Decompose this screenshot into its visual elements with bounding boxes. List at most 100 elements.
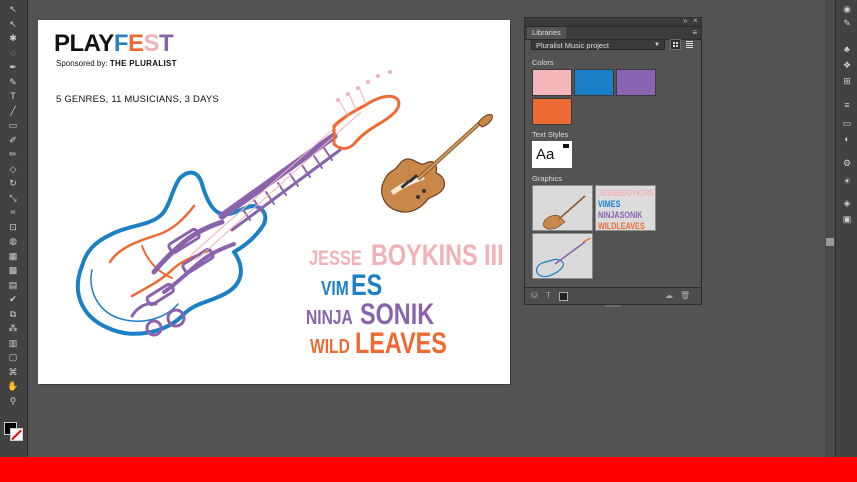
- lineup-last-4: LEAVES: [355, 327, 447, 360]
- panel-titlebar[interactable]: » ×: [525, 16, 701, 27]
- grid-view-button[interactable]: [670, 39, 681, 50]
- slice-tool-icon[interactable]: ⌘: [6, 367, 20, 378]
- direct-selection-tool-icon[interactable]: ↖: [6, 19, 20, 30]
- library-name: Pluralist Music project: [536, 41, 609, 50]
- lineup-first-1: JESSE: [309, 247, 362, 270]
- trash-icon[interactable]: 🗑: [680, 291, 690, 301]
- panel-footer: ⛁ T ☁ 🗑: [525, 287, 701, 304]
- shape-builder-tool-icon[interactable]: ◍: [6, 236, 20, 247]
- brushes-icon[interactable]: ✎: [841, 18, 853, 28]
- lineup-first-2: VIM: [321, 278, 349, 300]
- color-swatch-purple[interactable]: [616, 69, 656, 96]
- logo-fest-e: E: [127, 30, 144, 57]
- lineup-first-3: NINJA: [306, 307, 353, 329]
- scale-tool-icon[interactable]: ⤡: [6, 193, 20, 204]
- pencil-tool-icon[interactable]: ✏: [6, 149, 20, 160]
- symbol-sprayer-tool-icon[interactable]: ⁂: [6, 323, 20, 334]
- eyedropper-tool-icon[interactable]: ✔: [6, 294, 20, 305]
- appearance-icon[interactable]: ◉: [841, 4, 853, 14]
- right-panel-dock: ◉ ✎ ♣ ❖ ⊞ ≡ ▭ ◐ ⚙ ☀ ◈ ▣: [835, 0, 857, 457]
- line-tool-icon[interactable]: ╱: [6, 106, 20, 117]
- lasso-tool-icon[interactable]: ◌: [6, 48, 20, 59]
- gradient-tool-icon[interactable]: ▤: [6, 280, 20, 291]
- text-styles-section-label: Text Styles: [532, 130, 569, 139]
- perspective-grid-tool-icon[interactable]: ▦: [6, 251, 20, 262]
- symbols-icon[interactable]: ♣: [841, 44, 853, 54]
- mesh-tool-icon[interactable]: ▩: [6, 265, 20, 276]
- lineup-last-1: BOYKINS III: [370, 239, 504, 272]
- logo-fest-s: S: [143, 30, 160, 57]
- lineup-line-2: VIMES: [321, 271, 391, 301]
- color-guide-icon[interactable]: ☀: [841, 176, 853, 186]
- artboard[interactable]: PLAYFEST Sponsored by: THE PLURALIST 5 G…: [38, 20, 510, 384]
- tools-panel: ↖ ↖ ✱ ◌ ✒ ✎ T ╱ ▭ ✐ ✏ ◇ ↻ ⤡ ≈ ⊡ ◍ ▦ ▩ ▤ ✔ ⧉ ⁂ ▥ ▢ ⌘ ✋ ⚲: [0, 0, 28, 457]
- library-select[interactable]: Pluralist Music project ▼: [531, 39, 665, 50]
- align-icon[interactable]: ⊞: [841, 76, 853, 86]
- magic-wand-tool-icon[interactable]: ✱: [6, 33, 20, 44]
- color-swatch-blue[interactable]: [574, 69, 614, 96]
- logo-play: PLAY: [54, 30, 114, 57]
- thumb-line-2: VIMES: [598, 199, 621, 209]
- transparency-icon[interactable]: ◐: [841, 134, 853, 144]
- text-icon[interactable]: T: [546, 291, 551, 301]
- type-tool-icon[interactable]: T: [6, 91, 20, 102]
- graphic-thumb-wood-guitar[interactable]: [532, 185, 593, 231]
- column-graph-tool-icon[interactable]: ▥: [6, 338, 20, 349]
- playfest-logo: PLAYFEST: [54, 30, 174, 57]
- warp-tool-icon[interactable]: ≈: [6, 207, 20, 218]
- zoom-tool-icon[interactable]: ⚲: [6, 396, 20, 407]
- text-style-item[interactable]: Aa: [532, 141, 572, 168]
- free-transform-tool-icon[interactable]: ⊡: [6, 222, 20, 233]
- libraries-panel: » × Libraries ≡ Pluralist Music project ▼…: [524, 16, 702, 307]
- color-swatch-orange[interactable]: [532, 98, 572, 125]
- rectangle-tool-icon[interactable]: ▭: [6, 120, 20, 131]
- artboards-icon[interactable]: ▣: [841, 214, 853, 224]
- list-view-button[interactable]: [684, 39, 695, 50]
- selection-tool-icon[interactable]: ↖: [6, 4, 20, 15]
- lineup-line-1: JESSE BOYKINS III: [309, 241, 541, 271]
- panel-resize-grip[interactable]: [605, 305, 621, 307]
- tab-libraries[interactable]: Libraries: [527, 27, 566, 39]
- stroke-color-swatch[interactable]: [10, 428, 23, 441]
- status-bar: [0, 457, 857, 482]
- lineup-line-4: WILD LEAVES: [310, 329, 473, 359]
- cloud-sync-icon[interactable]: ☁: [665, 291, 673, 301]
- logo-fest-f: F: [113, 30, 129, 57]
- text-style-badge: [563, 144, 569, 148]
- graphic-thumb-line-art-guitar[interactable]: [532, 233, 593, 279]
- lineup-last-2: ES: [350, 269, 382, 302]
- lineup-first-4: WILD: [310, 336, 350, 358]
- gradient-icon[interactable]: ▭: [841, 118, 853, 128]
- lineup-last-3: SONIK: [360, 298, 435, 331]
- graphic-styles-icon[interactable]: ❖: [841, 60, 853, 70]
- wood-guitar-thumb-icon: [543, 195, 586, 230]
- logo-fest-t: T: [159, 30, 174, 57]
- layers-icon[interactable]: ◈: [841, 198, 853, 208]
- color-icon[interactable]: ⚙: [841, 158, 853, 168]
- panel-menu-icon[interactable]: ≡: [692, 28, 697, 38]
- blend-tool-icon[interactable]: ⧉: [6, 309, 20, 320]
- thumb-line-1: JESSEBOYKINS III: [598, 188, 656, 198]
- collapse-panel-icon[interactable]: »: [683, 16, 687, 25]
- color-swatch-pink[interactable]: [532, 69, 572, 96]
- thumb-line-4: WILDLEAVES: [598, 221, 645, 231]
- artboard-tool-icon[interactable]: ▢: [6, 352, 20, 363]
- pen-tool-icon[interactable]: ✒: [6, 62, 20, 73]
- scrollbar-thumb[interactable]: [826, 238, 834, 246]
- vertical-scrollbar[interactable]: [825, 0, 835, 457]
- eraser-tool-icon[interactable]: ◇: [6, 164, 20, 175]
- add-content-icon[interactable]: ⛁: [531, 291, 538, 301]
- wood-guitar-graphic[interactable]: [378, 107, 494, 221]
- rotate-tool-icon[interactable]: ↻: [6, 178, 20, 189]
- stroke-icon[interactable]: ≡: [841, 100, 853, 110]
- line-art-guitar-thumb-icon: [536, 237, 592, 278]
- text-style-sample: Aa: [536, 146, 555, 163]
- curvature-tool-icon[interactable]: ✎: [6, 77, 20, 88]
- close-panel-icon[interactable]: ×: [693, 16, 698, 25]
- chevron-down-icon: ▼: [654, 42, 660, 48]
- colors-section-label: Colors: [532, 58, 554, 67]
- paintbrush-tool-icon[interactable]: ✐: [6, 135, 20, 146]
- stroke-icon[interactable]: [559, 292, 568, 301]
- hand-tool-icon[interactable]: ✋: [6, 381, 20, 392]
- graphic-thumb-lineup[interactable]: JESSEBOYKINS III VIMES NINJASONIK WILDLE…: [595, 185, 656, 231]
